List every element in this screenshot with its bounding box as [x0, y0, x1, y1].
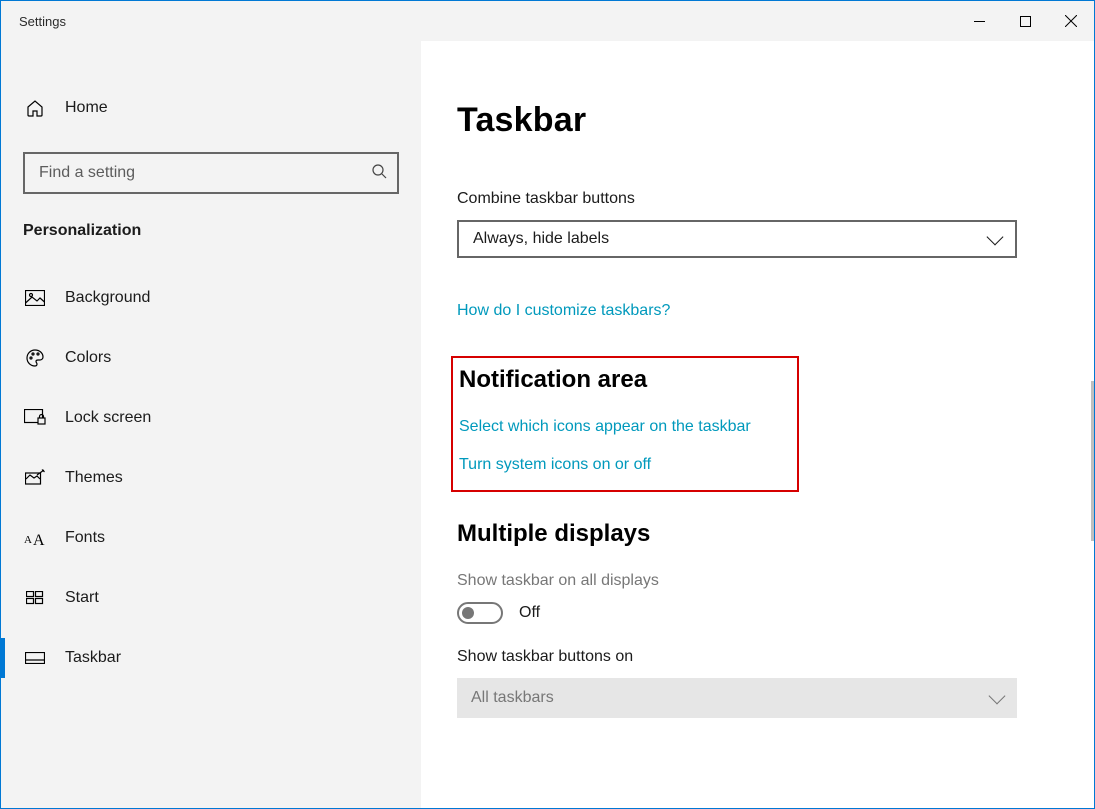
svg-text:A: A [33, 532, 45, 546]
home-icon [23, 98, 47, 118]
close-icon [1065, 15, 1077, 27]
show-all-toggle[interactable] [457, 602, 503, 624]
chevron-down-icon [989, 688, 1006, 705]
sidebar-item-background[interactable]: Background [1, 268, 421, 328]
search-input[interactable] [23, 152, 399, 194]
sidebar-item-label: Background [65, 289, 150, 307]
window-title: Settings [1, 14, 66, 29]
combine-value: Always, hide labels [473, 230, 609, 248]
show-buttons-dropdown[interactable]: All taskbars [457, 678, 1017, 718]
notification-area-highlight: Notification area Select which icons app… [451, 356, 799, 492]
combine-label: Combine taskbar buttons [457, 190, 1034, 208]
show-buttons-value: All taskbars [471, 689, 554, 707]
taskbar-icon [23, 652, 47, 664]
sidebar-item-start[interactable]: Start [1, 568, 421, 628]
sidebar-item-label: Lock screen [65, 409, 151, 427]
minimize-button[interactable] [956, 1, 1002, 41]
titlebar: Settings [1, 1, 1094, 41]
search-icon [371, 163, 387, 183]
fonts-icon: AA [23, 530, 47, 546]
maximize-icon [1020, 16, 1031, 27]
lock-screen-icon [23, 409, 47, 427]
sidebar-item-label: Taskbar [65, 649, 121, 667]
sidebar-item-colors[interactable]: Colors [1, 328, 421, 388]
help-link[interactable]: How do I customize taskbars? [457, 302, 670, 320]
section-label: Personalization [1, 216, 421, 268]
home-nav[interactable]: Home [1, 86, 421, 130]
combine-dropdown[interactable]: Always, hide labels [457, 220, 1017, 258]
home-label: Home [65, 99, 108, 117]
notification-heading: Notification area [453, 366, 797, 394]
show-buttons-label: Show taskbar buttons on [457, 648, 1034, 666]
multiple-displays-heading: Multiple displays [457, 520, 1034, 548]
page-title: Taskbar [457, 101, 1034, 140]
sidebar-item-taskbar[interactable]: Taskbar [1, 628, 421, 688]
sidebar: Home Personalization Background Colors L… [1, 41, 421, 808]
sidebar-item-label: Colors [65, 349, 111, 367]
sidebar-item-fonts[interactable]: AA Fonts [1, 508, 421, 568]
chevron-down-icon [987, 229, 1004, 246]
close-button[interactable] [1048, 1, 1094, 41]
start-icon [23, 591, 47, 605]
select-icons-link[interactable]: Select which icons appear on the taskbar [459, 418, 797, 436]
show-all-label: Show taskbar on all displays [457, 572, 1034, 590]
sidebar-item-label: Start [65, 589, 99, 607]
palette-icon [23, 348, 47, 368]
themes-icon [23, 469, 47, 487]
system-icons-link[interactable]: Turn system icons on or off [459, 456, 797, 474]
maximize-button[interactable] [1002, 1, 1048, 41]
scrollbar[interactable] [1091, 381, 1094, 541]
sidebar-item-lock-screen[interactable]: Lock screen [1, 388, 421, 448]
show-all-state: Off [519, 604, 540, 622]
sidebar-item-themes[interactable]: Themes [1, 448, 421, 508]
picture-icon [23, 290, 47, 306]
svg-text:A: A [24, 534, 32, 546]
search-container [23, 152, 399, 194]
settings-window: Settings Home Pe [0, 0, 1095, 809]
minimize-icon [974, 16, 985, 27]
sidebar-item-label: Fonts [65, 529, 105, 547]
main-content: Taskbar Combine taskbar buttons Always, … [421, 41, 1094, 808]
sidebar-item-label: Themes [65, 469, 123, 487]
